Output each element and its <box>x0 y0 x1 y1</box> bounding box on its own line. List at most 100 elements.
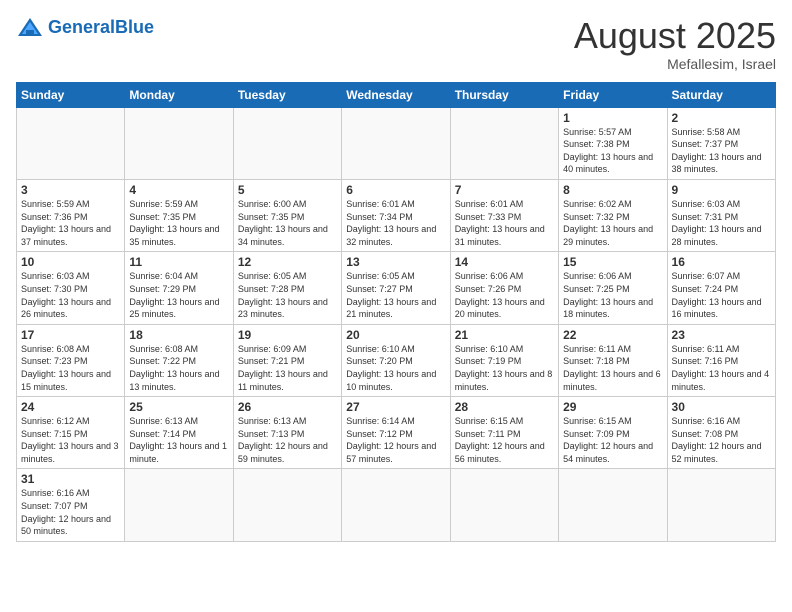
day-number: 27 <box>346 400 445 414</box>
table-row: 11 Sunrise: 6:04 AMSunset: 7:29 PMDayligh… <box>125 252 233 324</box>
day-number: 8 <box>563 183 662 197</box>
header-saturday: Saturday <box>667 82 775 107</box>
day-info: Sunrise: 5:57 AMSunset: 7:38 PMDaylight:… <box>563 127 653 175</box>
day-info: Sunrise: 6:16 AMSunset: 7:08 PMDaylight:… <box>672 416 762 464</box>
day-info: Sunrise: 6:10 AMSunset: 7:19 PMDaylight:… <box>455 344 553 392</box>
table-row: 15 Sunrise: 6:06 AMSunset: 7:25 PMDayligh… <box>559 252 667 324</box>
day-info: Sunrise: 6:07 AMSunset: 7:24 PMDaylight:… <box>672 271 762 319</box>
day-info: Sunrise: 6:14 AMSunset: 7:12 PMDaylight:… <box>346 416 436 464</box>
day-number: 3 <box>21 183 120 197</box>
logo: GeneralBlue <box>16 16 154 40</box>
day-number: 24 <box>21 400 120 414</box>
table-row: 20 Sunrise: 6:10 AMSunset: 7:20 PMDayligh… <box>342 324 450 396</box>
table-row: 29Sunrise: 6:15 AMSunset: 7:09 PMDayligh… <box>559 397 667 469</box>
calendar-title: August 2025 <box>574 16 776 56</box>
day-info: Sunrise: 6:06 AMSunset: 7:25 PMDaylight:… <box>563 271 653 319</box>
day-number: 26 <box>238 400 337 414</box>
table-row: 27 Sunrise: 6:14 AMSunset: 7:12 PMDayligh… <box>342 397 450 469</box>
day-info: Sunrise: 6:13 AMSunset: 7:14 PMDaylight:… <box>129 416 227 464</box>
day-info: Sunrise: 6:09 AMSunset: 7:21 PMDaylight:… <box>238 344 328 392</box>
table-row <box>450 469 558 541</box>
day-info: Sunrise: 6:05 AMSunset: 7:28 PMDaylight:… <box>238 271 328 319</box>
day-info: Sunrise: 6:12 AMSunset: 7:15 PMDaylight:… <box>21 416 119 464</box>
logo-icon <box>16 16 44 40</box>
day-number: 31 <box>21 472 120 486</box>
table-row: 16Sunrise: 6:07 AMSunset: 7:24 PMDayligh… <box>667 252 775 324</box>
day-number: 19 <box>238 328 337 342</box>
day-number: 12 <box>238 255 337 269</box>
day-number: 20 <box>346 328 445 342</box>
table-row: 14 Sunrise: 6:06 AMSunset: 7:26 PMDayligh… <box>450 252 558 324</box>
day-info: Sunrise: 6:16 AMSunset: 7:07 PMDaylight:… <box>21 488 111 536</box>
day-info: Sunrise: 6:11 AMSunset: 7:16 PMDaylight:… <box>672 344 770 392</box>
calendar-table: Sunday Monday Tuesday Wednesday Thursday… <box>16 82 776 542</box>
day-info: Sunrise: 6:15 AMSunset: 7:11 PMDaylight:… <box>455 416 545 464</box>
table-row: 19 Sunrise: 6:09 AMSunset: 7:21 PMDayligh… <box>233 324 341 396</box>
day-number: 22 <box>563 328 662 342</box>
weekday-header-row: Sunday Monday Tuesday Wednesday Thursday… <box>17 82 776 107</box>
day-number: 17 <box>21 328 120 342</box>
calendar-subtitle: Mefallesim, Israel <box>574 56 776 72</box>
calendar-row: 24 Sunrise: 6:12 AMSunset: 7:15 PMDayligh… <box>17 397 776 469</box>
table-row: 24 Sunrise: 6:12 AMSunset: 7:15 PMDayligh… <box>17 397 125 469</box>
day-number: 14 <box>455 255 554 269</box>
day-number: 29 <box>563 400 662 414</box>
day-number: 9 <box>672 183 771 197</box>
calendar-row: 10 Sunrise: 6:03 AMSunset: 7:30 PMDayligh… <box>17 252 776 324</box>
table-row: 22 Sunrise: 6:11 AMSunset: 7:18 PMDayligh… <box>559 324 667 396</box>
table-row <box>342 469 450 541</box>
table-row <box>559 469 667 541</box>
day-number: 18 <box>129 328 228 342</box>
table-row <box>667 469 775 541</box>
table-row: 17Sunrise: 6:08 AMSunset: 7:23 PMDayligh… <box>17 324 125 396</box>
table-row <box>17 107 125 179</box>
day-number: 28 <box>455 400 554 414</box>
day-info: Sunrise: 6:00 AMSunset: 7:35 PMDaylight:… <box>238 199 328 247</box>
table-row: 5Sunrise: 6:00 AMSunset: 7:35 PMDaylight… <box>233 179 341 251</box>
day-number: 13 <box>346 255 445 269</box>
table-row <box>233 107 341 179</box>
table-row: 10 Sunrise: 6:03 AMSunset: 7:30 PMDayligh… <box>17 252 125 324</box>
day-number: 10 <box>21 255 120 269</box>
table-row: 26Sunrise: 6:13 AMSunset: 7:13 PMDayligh… <box>233 397 341 469</box>
day-number: 23 <box>672 328 771 342</box>
table-row <box>342 107 450 179</box>
header-wednesday: Wednesday <box>342 82 450 107</box>
table-row: 6Sunrise: 6:01 AMSunset: 7:34 PMDaylight… <box>342 179 450 251</box>
table-row: 25 Sunrise: 6:13 AMSunset: 7:14 PMDayligh… <box>125 397 233 469</box>
header: GeneralBlue August 2025 Mefallesim, Isra… <box>16 16 776 72</box>
table-row: 18 Sunrise: 6:08 AMSunset: 7:22 PMDayligh… <box>125 324 233 396</box>
day-number: 30 <box>672 400 771 414</box>
day-number: 4 <box>129 183 228 197</box>
table-row: 23 Sunrise: 6:11 AMSunset: 7:16 PMDayligh… <box>667 324 775 396</box>
day-info: Sunrise: 6:06 AMSunset: 7:26 PMDaylight:… <box>455 271 545 319</box>
header-monday: Monday <box>125 82 233 107</box>
table-row: 28 Sunrise: 6:15 AMSunset: 7:11 PMDayligh… <box>450 397 558 469</box>
day-info: Sunrise: 6:08 AMSunset: 7:22 PMDaylight:… <box>129 344 219 392</box>
day-number: 6 <box>346 183 445 197</box>
day-number: 7 <box>455 183 554 197</box>
day-number: 1 <box>563 111 662 125</box>
table-row: 1 Sunrise: 5:57 AMSunset: 7:38 PMDaylight… <box>559 107 667 179</box>
day-info: Sunrise: 6:02 AMSunset: 7:32 PMDaylight:… <box>563 199 653 247</box>
table-row: 8 Sunrise: 6:02 AMSunset: 7:32 PMDaylight… <box>559 179 667 251</box>
day-number: 25 <box>129 400 228 414</box>
table-row: 3Sunrise: 5:59 AMSunset: 7:36 PMDaylight… <box>17 179 125 251</box>
day-info: Sunrise: 6:03 AMSunset: 7:30 PMDaylight:… <box>21 271 111 319</box>
day-info: Sunrise: 6:01 AMSunset: 7:33 PMDaylight:… <box>455 199 545 247</box>
table-row: 2 Sunrise: 5:58 AMSunset: 7:37 PMDaylight… <box>667 107 775 179</box>
day-number: 11 <box>129 255 228 269</box>
day-info: Sunrise: 5:58 AMSunset: 7:37 PMDaylight:… <box>672 127 762 175</box>
table-row <box>450 107 558 179</box>
calendar-row: 17Sunrise: 6:08 AMSunset: 7:23 PMDayligh… <box>17 324 776 396</box>
day-info: Sunrise: 5:59 AMSunset: 7:35 PMDaylight:… <box>129 199 219 247</box>
table-row <box>233 469 341 541</box>
day-info: Sunrise: 6:11 AMSunset: 7:18 PMDaylight:… <box>563 344 661 392</box>
day-number: 2 <box>672 111 771 125</box>
day-info: Sunrise: 6:10 AMSunset: 7:20 PMDaylight:… <box>346 344 436 392</box>
table-row: 12 Sunrise: 6:05 AMSunset: 7:28 PMDayligh… <box>233 252 341 324</box>
table-row: 4 Sunrise: 5:59 AMSunset: 7:35 PMDaylight… <box>125 179 233 251</box>
header-tuesday: Tuesday <box>233 82 341 107</box>
day-info: Sunrise: 6:04 AMSunset: 7:29 PMDaylight:… <box>129 271 219 319</box>
day-number: 15 <box>563 255 662 269</box>
